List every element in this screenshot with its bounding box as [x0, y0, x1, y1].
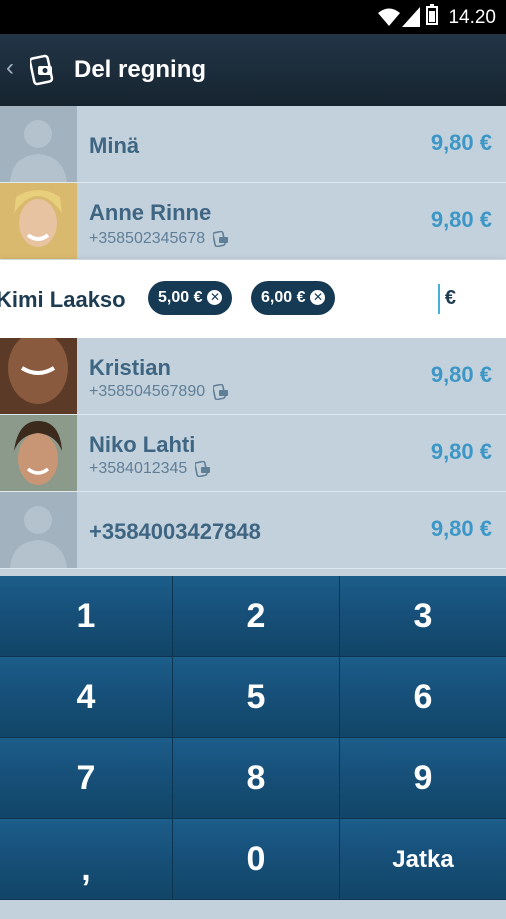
contact-phone: +358504567890	[89, 383, 229, 401]
key-6[interactable]: 6	[340, 657, 506, 738]
contact-amount: 9,80 €	[430, 516, 492, 541]
page-title: Del regning	[74, 56, 207, 83]
contact-name: Niko Lahti	[89, 432, 196, 457]
phone-contact-icon	[195, 460, 211, 477]
action-bar: ‹ Del regning	[0, 34, 506, 106]
key-1[interactable]: 1	[0, 576, 173, 657]
amount-edit-row[interactable]: Kimi Laakso 5,00 € ✕ 6,00 € ✕ €	[0, 260, 506, 338]
avatar-photo	[0, 183, 77, 259]
currency-label: €	[444, 287, 456, 309]
person-photo-icon	[0, 415, 77, 491]
key-4[interactable]: 4	[0, 657, 173, 738]
contact-name: Kristian	[89, 355, 171, 380]
remove-chip-icon[interactable]: ✕	[310, 290, 326, 305]
contact-amount: 9,80 €	[430, 207, 492, 232]
contact-row-mina[interactable]: Minä 9,80 €	[0, 106, 506, 183]
person-photo-icon	[0, 338, 77, 414]
person-silhouette-icon	[10, 506, 67, 568]
contact-name: +3584003427848	[89, 519, 261, 544]
contact-row-number[interactable]: +3584003427848 9,80 €	[0, 492, 506, 569]
contact-row-anne[interactable]: Anne Rinne +358502345678 9,80 €	[0, 183, 506, 260]
wifi-icon	[378, 8, 400, 26]
avatar-placeholder	[0, 492, 77, 568]
key-3[interactable]: 3	[340, 576, 506, 657]
contact-row-niko[interactable]: Niko Lahti +3584012345 9,80 €	[0, 415, 506, 492]
contact-name: Minä	[89, 133, 140, 158]
signal-icon	[402, 7, 420, 27]
back-chevron-icon[interactable]: ‹	[6, 54, 14, 82]
battery-icon	[426, 4, 438, 25]
contact-amount: 9,80 €	[430, 130, 492, 155]
continue-button[interactable]: Jatka	[340, 819, 506, 900]
avatar-placeholder	[0, 106, 77, 182]
person-photo-icon	[0, 183, 77, 259]
person-silhouette-icon	[10, 120, 67, 182]
key-8[interactable]: 8	[173, 738, 340, 819]
status-bar: 14.20	[0, 0, 506, 34]
remove-chip-icon[interactable]: ✕	[207, 290, 223, 305]
contact-name: Anne Rinne	[89, 200, 212, 225]
key-comma[interactable]: ,	[0, 819, 173, 900]
key-2[interactable]: 2	[173, 576, 340, 657]
contact-amount: 9,80 €	[430, 439, 492, 464]
key-5[interactable]: 5	[173, 657, 340, 738]
key-7[interactable]: 7	[0, 738, 173, 819]
amount-input[interactable]	[372, 284, 436, 316]
amount-chip[interactable]: 6,00 € ✕	[251, 281, 336, 315]
contact-row-kristian[interactable]: Kristian +358504567890 9,80 €	[0, 338, 506, 415]
key-9[interactable]: 9	[340, 738, 506, 819]
avatar-photo	[0, 338, 77, 414]
contact-phone: +358502345678	[89, 230, 229, 248]
clock: 14.20	[448, 7, 496, 28]
contact-phone: +3584012345	[89, 460, 211, 478]
editing-contact-name: Kimi Laakso	[0, 287, 126, 312]
contact-amount: 9,80 €	[430, 362, 492, 387]
amount-chip[interactable]: 5,00 € ✕	[148, 281, 233, 315]
text-cursor	[438, 284, 440, 314]
numeric-keypad: 1 2 3 4 5 6 7 8 9 , 0 Jatka	[0, 576, 506, 900]
phone-contact-icon	[213, 383, 229, 400]
phone-contact-icon	[213, 230, 229, 247]
avatar-photo	[0, 415, 77, 491]
app-logo-icon[interactable]	[30, 54, 56, 86]
key-0[interactable]: 0	[173, 819, 340, 900]
